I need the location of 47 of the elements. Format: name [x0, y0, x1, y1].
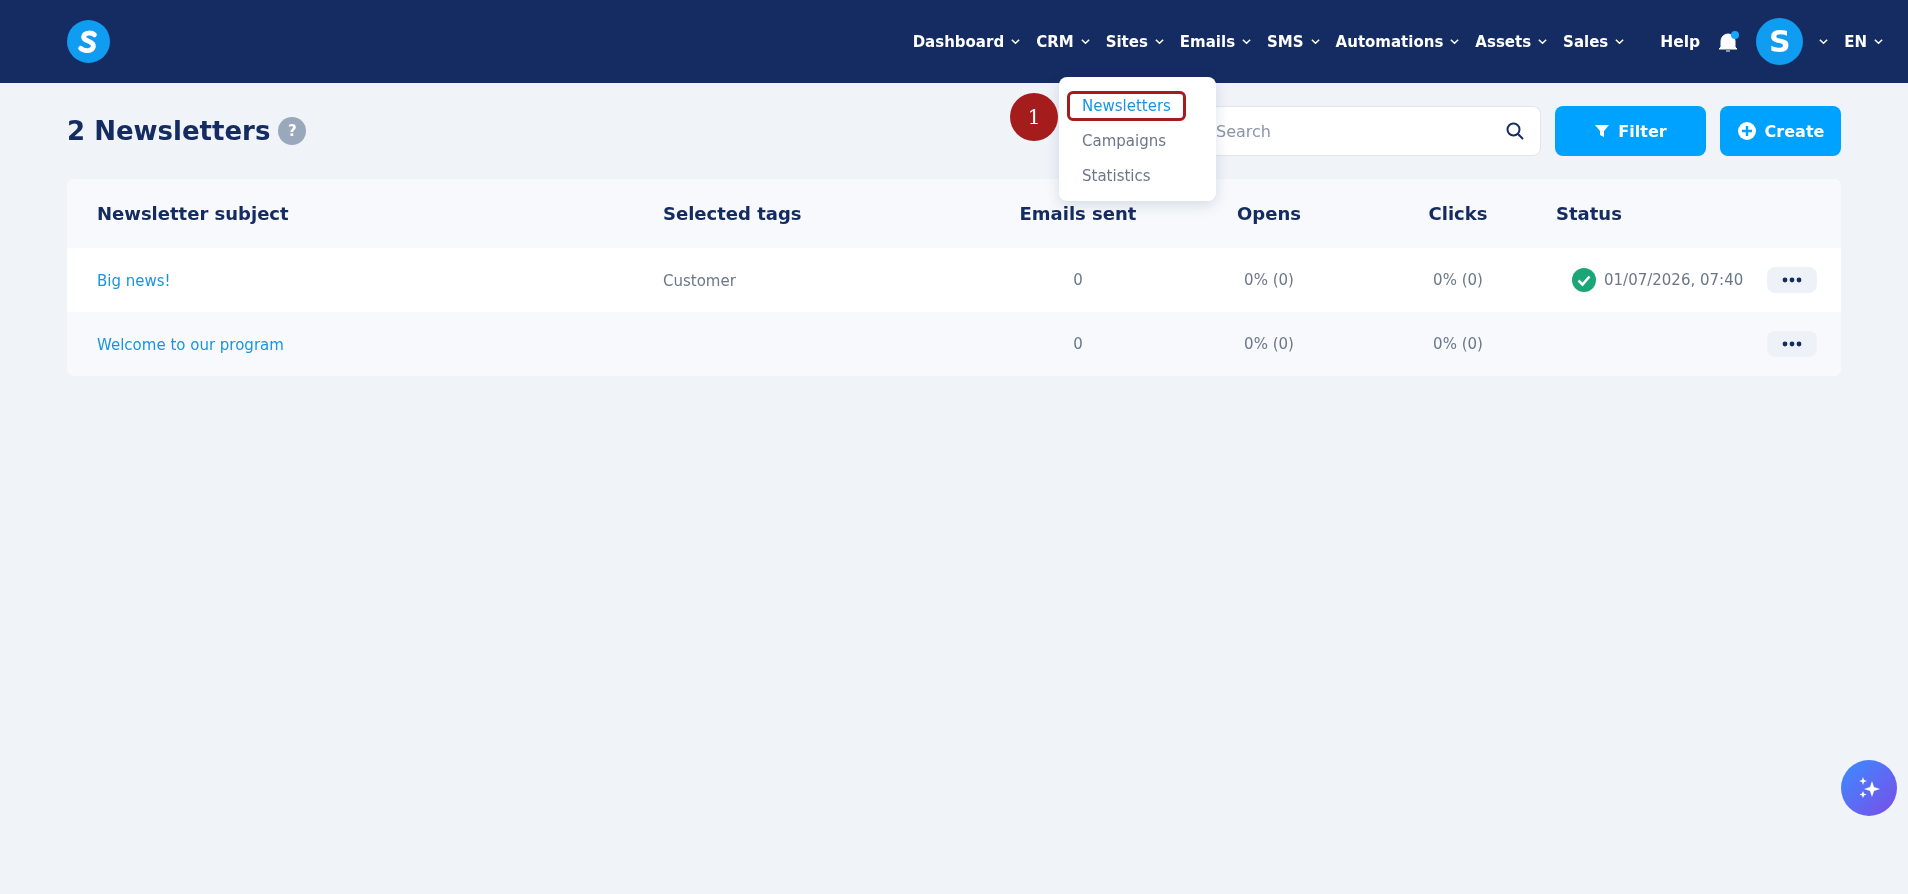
nav-menu[interactable]: Assets — [1475, 32, 1549, 51]
caret-icon — [1537, 36, 1549, 47]
caret-icon — [1818, 36, 1830, 47]
table-cell-text: 0% (0) — [1432, 335, 1484, 353]
table-cell: Customer — [663, 271, 736, 290]
assistant-button[interactable] — [1841, 760, 1897, 816]
caret-icon — [1309, 36, 1321, 47]
caret-icon — [1153, 36, 1165, 47]
column-header: Emails sent — [1018, 203, 1138, 224]
more-button[interactable] — [1767, 331, 1817, 357]
nav-menu[interactable]: Sites — [1105, 32, 1165, 51]
table-cell-text: 0% (0) — [1432, 271, 1484, 289]
nav-menu[interactable]: Sales — [1563, 32, 1626, 51]
logo-icon[interactable] — [67, 20, 110, 63]
more-button[interactable] — [1767, 267, 1817, 293]
plus-icon — [1736, 121, 1757, 141]
filter-icon — [1594, 123, 1611, 139]
caret-icon — [1449, 36, 1461, 47]
table-cell-text: 0 — [1072, 271, 1084, 289]
more-icon — [1782, 277, 1802, 283]
page-title: 2 Newsletters — [67, 116, 271, 146]
caret-icon — [1241, 36, 1253, 47]
language-selector[interactable]: EN — [1844, 32, 1884, 51]
more-icon — [1782, 341, 1802, 347]
menu-item[interactable]: Statistics — [1067, 161, 1166, 191]
column-header: Selected tags — [663, 203, 803, 224]
nav-menu[interactable]: Emails — [1179, 32, 1253, 51]
step-badge: 1 — [1010, 93, 1058, 141]
column-header: Status — [1556, 203, 1623, 224]
nav-menu[interactable]: SMS — [1267, 32, 1321, 51]
column-header: Clicks — [1427, 203, 1489, 224]
caret-icon — [1010, 36, 1022, 47]
table-cell-text: 0% (0) — [1243, 335, 1295, 353]
nav-menu[interactable]: Automations — [1335, 32, 1461, 51]
table-cell-text: 0% (0) — [1243, 271, 1295, 289]
nav-menu[interactable]: Dashboard — [912, 32, 1022, 51]
column-header: Newsletter subject — [97, 203, 290, 224]
status-date: 01/07/2026, 07:40 — [1604, 271, 1744, 289]
nav-menu[interactable]: CRM — [1036, 32, 1091, 51]
column-header: Opens — [1236, 203, 1302, 224]
check-icon — [1572, 268, 1596, 292]
table-cell-text: 0 — [1072, 335, 1084, 353]
caret-icon — [1079, 36, 1091, 47]
search-icon — [1505, 121, 1525, 141]
caret-icon — [1873, 36, 1884, 47]
caret-icon — [1614, 36, 1626, 47]
help-link[interactable]: Help — [1660, 32, 1701, 51]
